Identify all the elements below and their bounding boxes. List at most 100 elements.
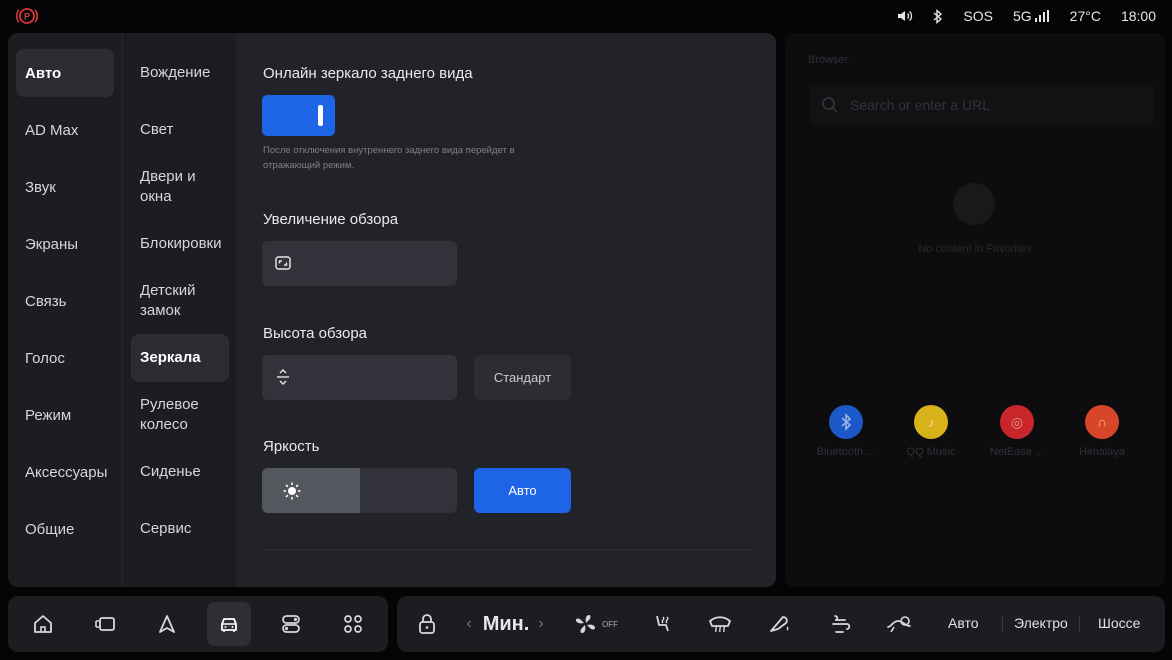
drive-mode-electric[interactable]: Электро (1014, 615, 1068, 631)
subcategory-label: Зеркала (140, 349, 201, 366)
category-accessories[interactable]: Аксессуары (16, 448, 114, 496)
fan-off-label: OFF (602, 619, 618, 629)
status-bar: P SOS 5G 27°C 18:00 (0, 0, 1172, 32)
app-qq-music[interactable]: ♪ QQ Music (893, 405, 969, 458)
signal-icon (1034, 10, 1049, 22)
subcategory-driving[interactable]: Вождение (131, 49, 229, 97)
navigation-icon[interactable] (145, 602, 189, 646)
category-label: Авто (25, 64, 62, 82)
view-height-control[interactable] (262, 355, 457, 400)
brightness-auto-button[interactable]: Авто (474, 468, 571, 513)
category-general[interactable]: Общие (16, 505, 114, 553)
view-zoom-title: Увеличение обзора (263, 211, 399, 228)
category-voice[interactable]: Голос (16, 334, 114, 382)
view-zoom-control[interactable] (262, 241, 457, 286)
toggles-icon[interactable] (269, 602, 313, 646)
app-label: Bluetooth ... (816, 446, 876, 458)
subcategory-seat[interactable]: Сиденье (131, 448, 229, 496)
bluetooth-icon (829, 405, 863, 439)
search-icon (821, 96, 839, 117)
standard-button[interactable]: Стандарт (474, 355, 571, 400)
seat-heat-icon[interactable] (647, 610, 675, 638)
divider (262, 549, 752, 550)
height-adjust-icon (274, 368, 292, 391)
subcategory-label: Рулевое колесо (140, 396, 199, 433)
drive-mode-highway[interactable]: Шоссе (1098, 615, 1140, 631)
mode-divider (1002, 615, 1003, 632)
subcategory-service[interactable]: Сервис (131, 505, 229, 553)
subcategory-locks[interactable]: Блокировки (131, 220, 229, 268)
category-label: Аксессуары (25, 463, 108, 481)
subcategory-label: Блокировки (140, 235, 222, 252)
fan-decrease-button[interactable]: ‹ (463, 610, 475, 638)
subcategory-doors-windows[interactable]: Двери и окна (131, 163, 229, 211)
netease-icon: ◎ (1000, 405, 1034, 439)
app-netease[interactable]: ◎ NetEase ... (979, 405, 1055, 458)
category-auto[interactable]: Авто (16, 49, 114, 97)
subcategory-label: Сервис (140, 520, 192, 537)
front-defrost-icon[interactable] (705, 610, 735, 638)
category-mode[interactable]: Режим (16, 391, 114, 439)
category-sound[interactable]: Звук (16, 163, 114, 211)
screen-icon[interactable] (83, 602, 127, 646)
brightness-slider[interactable] (262, 468, 457, 513)
fan-icon (576, 615, 595, 633)
subcategory-label: Детский замок (140, 282, 196, 319)
category-label: Голос (25, 349, 65, 367)
network-label: 5G (1012, 8, 1032, 24)
app-bluetooth-music[interactable]: Bluetooth ... (808, 405, 884, 458)
app-label: QQ Music (906, 446, 956, 458)
lock-icon[interactable] (415, 610, 439, 638)
climate-dock: ‹ Мин. › OFF Авто Электро Шоссе (397, 596, 1165, 652)
browser-search-input[interactable]: Search or enter a URL (810, 85, 1155, 125)
chevron-right-icon: › (538, 615, 544, 632)
toggle-knob (318, 105, 323, 126)
subcategory-lights[interactable]: Свет (131, 106, 229, 154)
search-placeholder: Search or enter a URL (850, 97, 991, 113)
subcategory-mirrors[interactable]: Зеркала (131, 334, 229, 382)
online-mirror-note: После отключения внутреннего заднего вид… (263, 145, 515, 171)
browser-title: Browser (808, 54, 849, 66)
music-note-icon: ♪ (914, 405, 948, 439)
home-icon[interactable] (21, 602, 65, 646)
fan-speed-label: Мин. (479, 610, 533, 638)
parking-brake-icon: P (15, 7, 39, 30)
nav-dock (8, 596, 388, 652)
subcategory-label: Свет (140, 121, 174, 138)
online-mirror-title: Онлайн зеркало заднего вида (263, 65, 473, 82)
seat-ventilation-icon[interactable] (825, 610, 855, 638)
sos-label[interactable]: SOS (963, 8, 993, 24)
fan-speed-text: Мин. (482, 612, 530, 635)
mode-divider (1079, 615, 1080, 632)
volume-icon[interactable] (897, 9, 913, 23)
category-label: Звук (25, 178, 56, 196)
category-screens[interactable]: Экраны (16, 220, 114, 268)
himalaya-icon: ∩ (1085, 405, 1119, 439)
mirror-heat-icon[interactable] (765, 610, 795, 638)
subcategory-steering-wheel[interactable]: Рулевое колесо (131, 391, 229, 439)
chevron-left-icon: ‹ (466, 615, 472, 632)
fan-off-button[interactable]: OFF (571, 610, 621, 638)
car-icon[interactable] (207, 602, 251, 646)
temperature-label: 27°C (1069, 8, 1101, 24)
zoom-frame-icon (274, 254, 292, 277)
online-mirror-toggle[interactable] (262, 95, 335, 136)
fan-increase-button[interactable]: › (535, 610, 547, 638)
category-label: Общие (25, 520, 75, 538)
air-recirculation-icon[interactable] (883, 610, 915, 638)
category-label: Экраны (25, 235, 79, 253)
app-label: NetEase ... (989, 446, 1045, 458)
category-label: AD Max (25, 121, 79, 139)
category-label: Режим (25, 406, 72, 424)
drive-mode-auto[interactable]: Авто (948, 615, 979, 631)
bluetooth-icon[interactable] (933, 8, 943, 24)
clock: 18:00 (1120, 8, 1156, 24)
category-connection[interactable]: Связь (16, 277, 114, 325)
category-ad-max[interactable]: AD Max (16, 106, 114, 154)
apps-icon[interactable] (331, 602, 375, 646)
subcategory-list: Вождение Свет Двери и окна Блокировки Де… (122, 33, 236, 587)
app-himalaya[interactable]: ∩ Himalaya (1064, 405, 1140, 458)
browser-panel: Browser Search or enter a URL No content… (785, 33, 1165, 587)
subcategory-label: Двери и окна (140, 168, 196, 205)
subcategory-child-lock[interactable]: Детский замок (131, 277, 229, 325)
